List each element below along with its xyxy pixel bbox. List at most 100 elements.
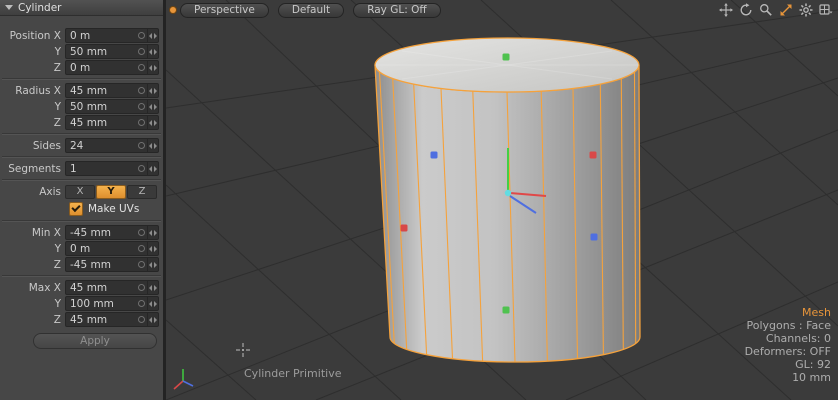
manipulator-center[interactable] <box>505 190 511 196</box>
handle-right-red[interactable] <box>590 152 597 159</box>
perspective-button[interactable]: Perspective <box>180 3 269 18</box>
mini-slider-icon[interactable] <box>147 226 158 239</box>
pan-icon[interactable] <box>719 3 733 17</box>
ray-gl-button[interactable]: Ray GL: Off <box>353 3 440 18</box>
scene-canvas[interactable] <box>166 0 838 400</box>
shading-default-button[interactable]: Default <box>278 3 344 18</box>
app-window: Cylinder Position X 0 m Y 50 mm <box>0 0 838 400</box>
axis-segmented-control: X Y Z <box>65 185 157 199</box>
param-row: Z 0 m <box>0 60 163 75</box>
radius-z-field[interactable]: 45 mm <box>65 115 159 130</box>
mini-slider-icon[interactable] <box>147 29 158 42</box>
knob-icon[interactable] <box>138 261 145 268</box>
gear-icon[interactable] <box>799 3 813 17</box>
knob-icon[interactable] <box>138 284 145 291</box>
apply-button[interactable]: Apply <box>33 333 157 349</box>
field-value: 1 <box>66 163 138 175</box>
param-label: Z <box>0 314 65 326</box>
min-y-field[interactable]: 0 m <box>65 241 159 256</box>
param-row: Position X 0 m <box>0 28 163 43</box>
orbit-icon[interactable] <box>739 3 753 17</box>
field-value: 50 mm <box>66 101 138 113</box>
param-row: Y 50 mm <box>0 44 163 59</box>
collapse-arrow-icon[interactable] <box>5 5 13 10</box>
mini-slider-icon[interactable] <box>147 313 158 326</box>
viewport-3d[interactable]: Perspective Default Ray GL: Off <box>166 0 838 400</box>
axis-y-button[interactable]: Y <box>96 185 126 199</box>
viewport-info-line: Deformers: OFF <box>745 345 831 358</box>
group-separator <box>2 156 161 158</box>
segments-field[interactable]: 1 <box>65 161 159 176</box>
knob-icon[interactable] <box>138 119 145 126</box>
group-separator <box>2 133 161 135</box>
position-y-field[interactable]: 50 mm <box>65 44 159 59</box>
param-label: Y <box>0 46 65 58</box>
group-separator <box>2 78 161 80</box>
make-uvs-checkbox[interactable] <box>69 202 83 216</box>
param-row: Segments 1 <box>0 161 163 176</box>
make-uvs-row: Make UVs <box>0 200 163 217</box>
mini-slider-icon[interactable] <box>147 61 158 74</box>
group-separator <box>2 275 161 277</box>
mini-slider-icon[interactable] <box>147 45 158 58</box>
handle-front-red[interactable] <box>401 225 408 232</box>
mini-slider-icon[interactable] <box>147 139 158 152</box>
axis-x-button[interactable]: X <box>65 185 95 199</box>
max-y-field[interactable]: 100 mm <box>65 296 159 311</box>
param-row: Z -45 mm <box>0 257 163 272</box>
check-icon <box>71 203 80 212</box>
zoom-icon[interactable] <box>759 3 773 17</box>
viewport-info-block: Mesh Polygons : Face Channels: 0 Deforme… <box>745 306 831 384</box>
field-value: 45 mm <box>66 85 138 97</box>
viewport-layout-icon[interactable] <box>819 3 833 17</box>
mini-slider-icon[interactable] <box>147 242 158 255</box>
handle-back-blue[interactable] <box>591 234 598 241</box>
viewport-info-line: Channels: 0 <box>745 332 831 345</box>
handle-bottom-green[interactable] <box>503 307 510 314</box>
maximize-icon[interactable] <box>779 3 793 17</box>
viewport-info-line: GL: 92 <box>745 358 831 371</box>
mesh-status-label: Mesh <box>745 306 831 319</box>
mini-slider-icon[interactable] <box>147 281 158 294</box>
knob-icon[interactable] <box>138 142 145 149</box>
mini-slider-icon[interactable] <box>147 84 158 97</box>
field-value: 0 m <box>66 243 138 255</box>
param-label: Z <box>0 117 65 129</box>
position-x-field[interactable]: 0 m <box>65 28 159 43</box>
knob-icon[interactable] <box>138 229 145 236</box>
param-row: Y 100 mm <box>0 296 163 311</box>
knob-icon[interactable] <box>138 245 145 252</box>
knob-icon[interactable] <box>138 103 145 110</box>
mini-slider-icon[interactable] <box>147 100 158 113</box>
viewport-indicator-dot[interactable] <box>170 7 176 13</box>
mini-slider-icon[interactable] <box>147 162 158 175</box>
knob-icon[interactable] <box>138 48 145 55</box>
knob-icon[interactable] <box>138 316 145 323</box>
knob-icon[interactable] <box>138 300 145 307</box>
sides-field[interactable]: 24 <box>65 138 159 153</box>
mini-slider-icon[interactable] <box>147 116 158 129</box>
handle-left-blue[interactable] <box>431 152 438 159</box>
mini-slider-icon[interactable] <box>147 258 158 271</box>
mini-slider-icon[interactable] <box>147 297 158 310</box>
field-value: 50 mm <box>66 46 138 58</box>
radius-x-field[interactable]: 45 mm <box>65 83 159 98</box>
knob-icon[interactable] <box>138 32 145 39</box>
handle-top-green[interactable] <box>503 54 510 61</box>
knob-icon[interactable] <box>138 64 145 71</box>
min-z-field[interactable]: -45 mm <box>65 257 159 272</box>
cursor-crosshair-icon <box>236 343 250 357</box>
max-x-field[interactable]: 45 mm <box>65 280 159 295</box>
panel-header[interactable]: Cylinder <box>0 0 163 16</box>
min-x-field[interactable]: -45 mm <box>65 225 159 240</box>
axis-gizmo-icon <box>174 369 193 389</box>
position-z-field[interactable]: 0 m <box>65 60 159 75</box>
knob-icon[interactable] <box>138 87 145 94</box>
max-z-field[interactable]: 45 mm <box>65 312 159 327</box>
radius-y-field[interactable]: 50 mm <box>65 99 159 114</box>
axis-z-button[interactable]: Z <box>127 185 157 199</box>
knob-icon[interactable] <box>138 165 145 172</box>
field-value: 100 mm <box>66 298 138 310</box>
make-uvs-label: Make UVs <box>88 203 139 215</box>
param-label: Max X <box>0 282 65 294</box>
